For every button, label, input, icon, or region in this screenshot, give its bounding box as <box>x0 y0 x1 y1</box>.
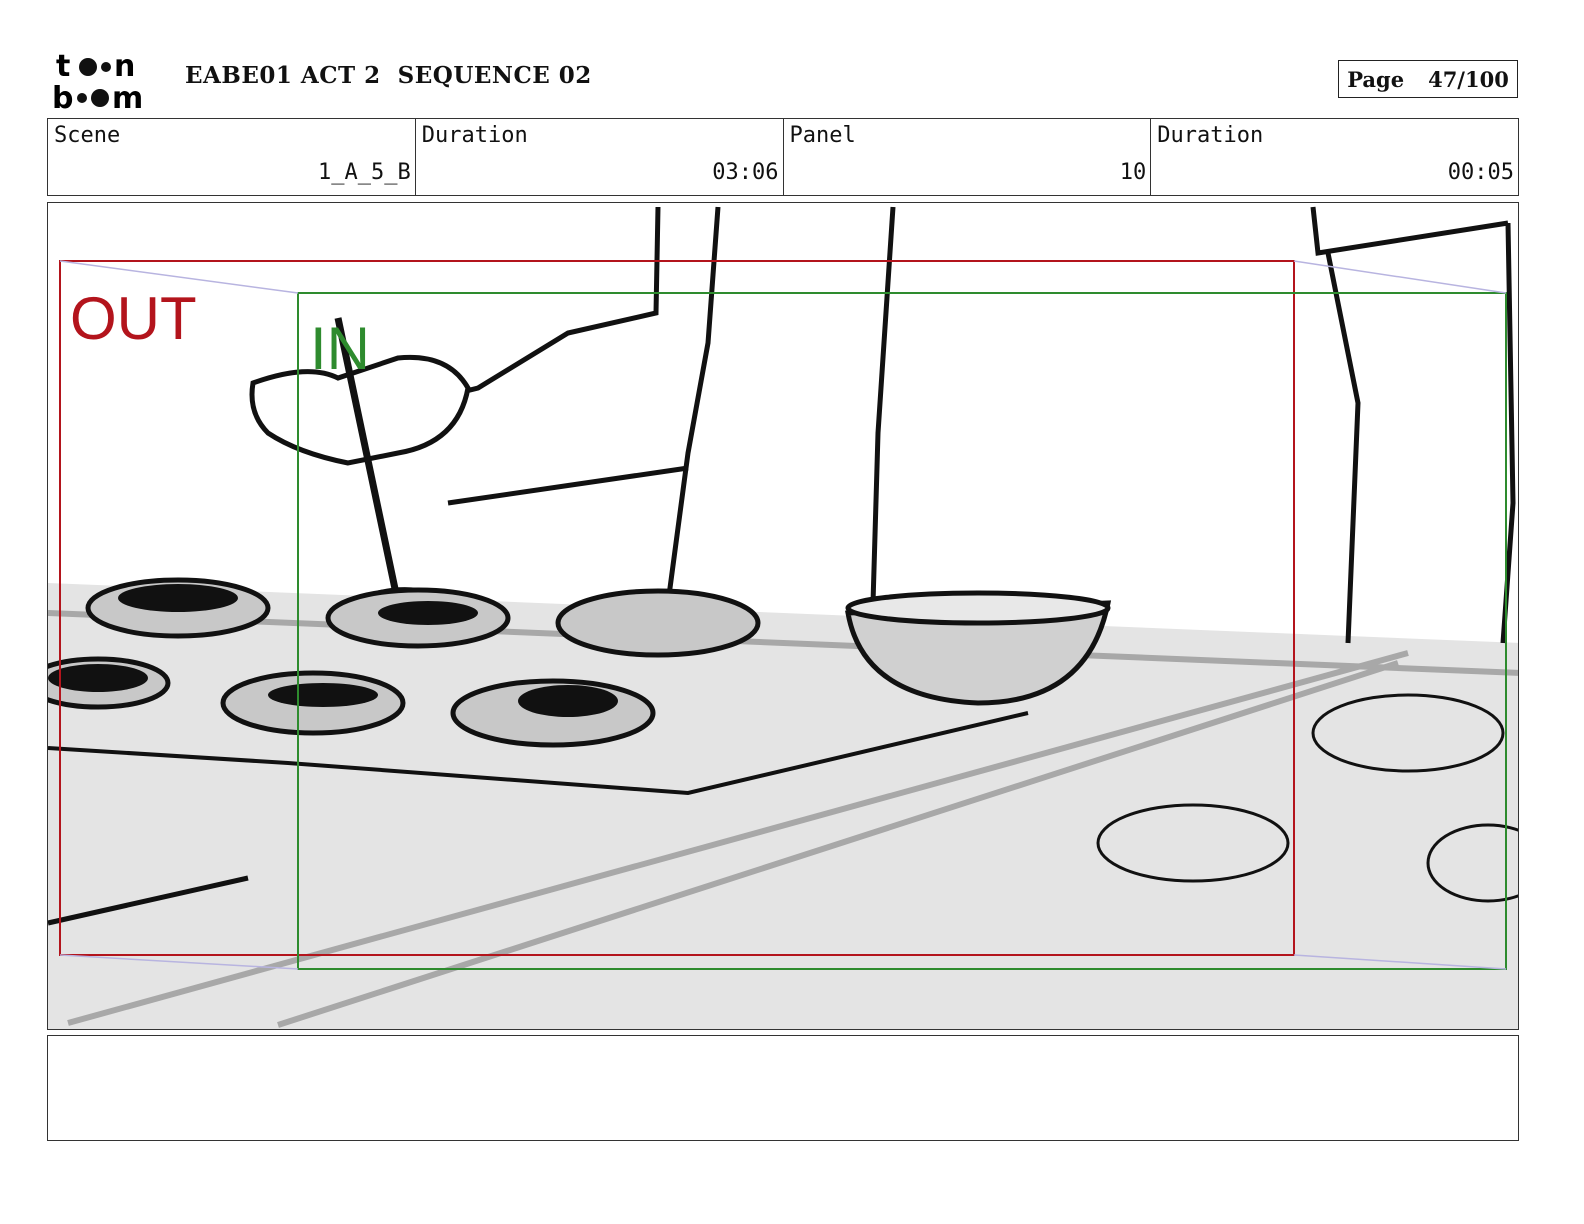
svg-text:b: b <box>52 81 73 112</box>
scene-value: 1_A_5_B <box>318 160 411 185</box>
scene-duration-value: 03:06 <box>712 160 779 185</box>
panel-drawing: OUT IN <box>48 206 1518 1029</box>
sequence-title: EABE01 ACT 2 SEQUENCE 02 <box>185 62 592 89</box>
table-surface <box>48 583 1518 1029</box>
panel-label: Panel <box>789 123 856 148</box>
character-body <box>870 206 1516 644</box>
storyboard-panel: OUT IN <box>47 202 1519 1030</box>
panel-value: 10 <box>1119 160 1147 185</box>
page-label: Page <box>1347 66 1405 92</box>
out-frame-label: OUT <box>70 285 197 352</box>
dialogue-notes-box <box>47 1035 1519 1141</box>
panel-duration-label: Duration <box>1157 123 1264 148</box>
page-number: 47/100 <box>1428 66 1509 92</box>
in-frame-label: IN <box>310 315 370 382</box>
scene-duration-cell: Duration 03:06 <box>416 119 784 195</box>
panel-duration-cell: Duration 00:05 <box>1151 119 1518 195</box>
svg-text:t: t <box>56 50 70 84</box>
page-indicator: Page 47/100 <box>1338 60 1518 98</box>
character-arm <box>447 206 721 604</box>
scene-label: Scene <box>54 123 121 148</box>
scene-cell: Scene 1_A_5_B <box>48 119 416 195</box>
panel-duration-value: 00:05 <box>1447 160 1514 185</box>
svg-text:n: n <box>114 50 135 84</box>
scene-duration-label: Duration <box>421 123 528 148</box>
toonboom-logo: t n b m <box>52 50 143 112</box>
panel-info-row: Scene 1_A_5_B Duration 03:06 Panel 10 Du… <box>47 118 1519 196</box>
svg-text:m: m <box>112 81 143 112</box>
panel-cell: Panel 10 <box>784 119 1152 195</box>
